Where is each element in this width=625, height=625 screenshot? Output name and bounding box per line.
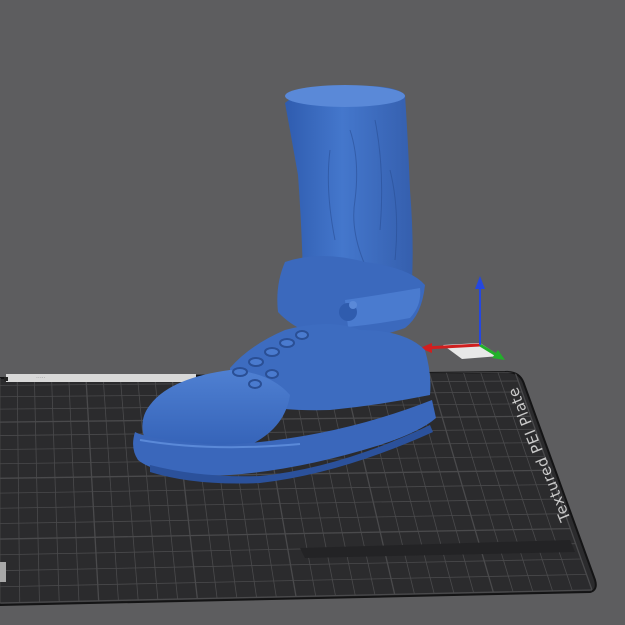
plate-corner-mark xyxy=(4,377,8,381)
axis-gizmo xyxy=(420,276,505,360)
model-cuff-rivet xyxy=(349,301,357,309)
plate-left-bracket xyxy=(0,562,6,582)
model-leg-top xyxy=(285,85,405,107)
z-axis-arrow-icon xyxy=(475,276,485,289)
plate-corner-strip xyxy=(6,374,196,382)
scene-canvas[interactable]: ····· Textured PEI Plate xyxy=(0,0,625,625)
plate-corner-text: ····· xyxy=(36,375,46,382)
3d-viewport[interactable]: ····· Textured PEI Plate xyxy=(0,0,625,625)
